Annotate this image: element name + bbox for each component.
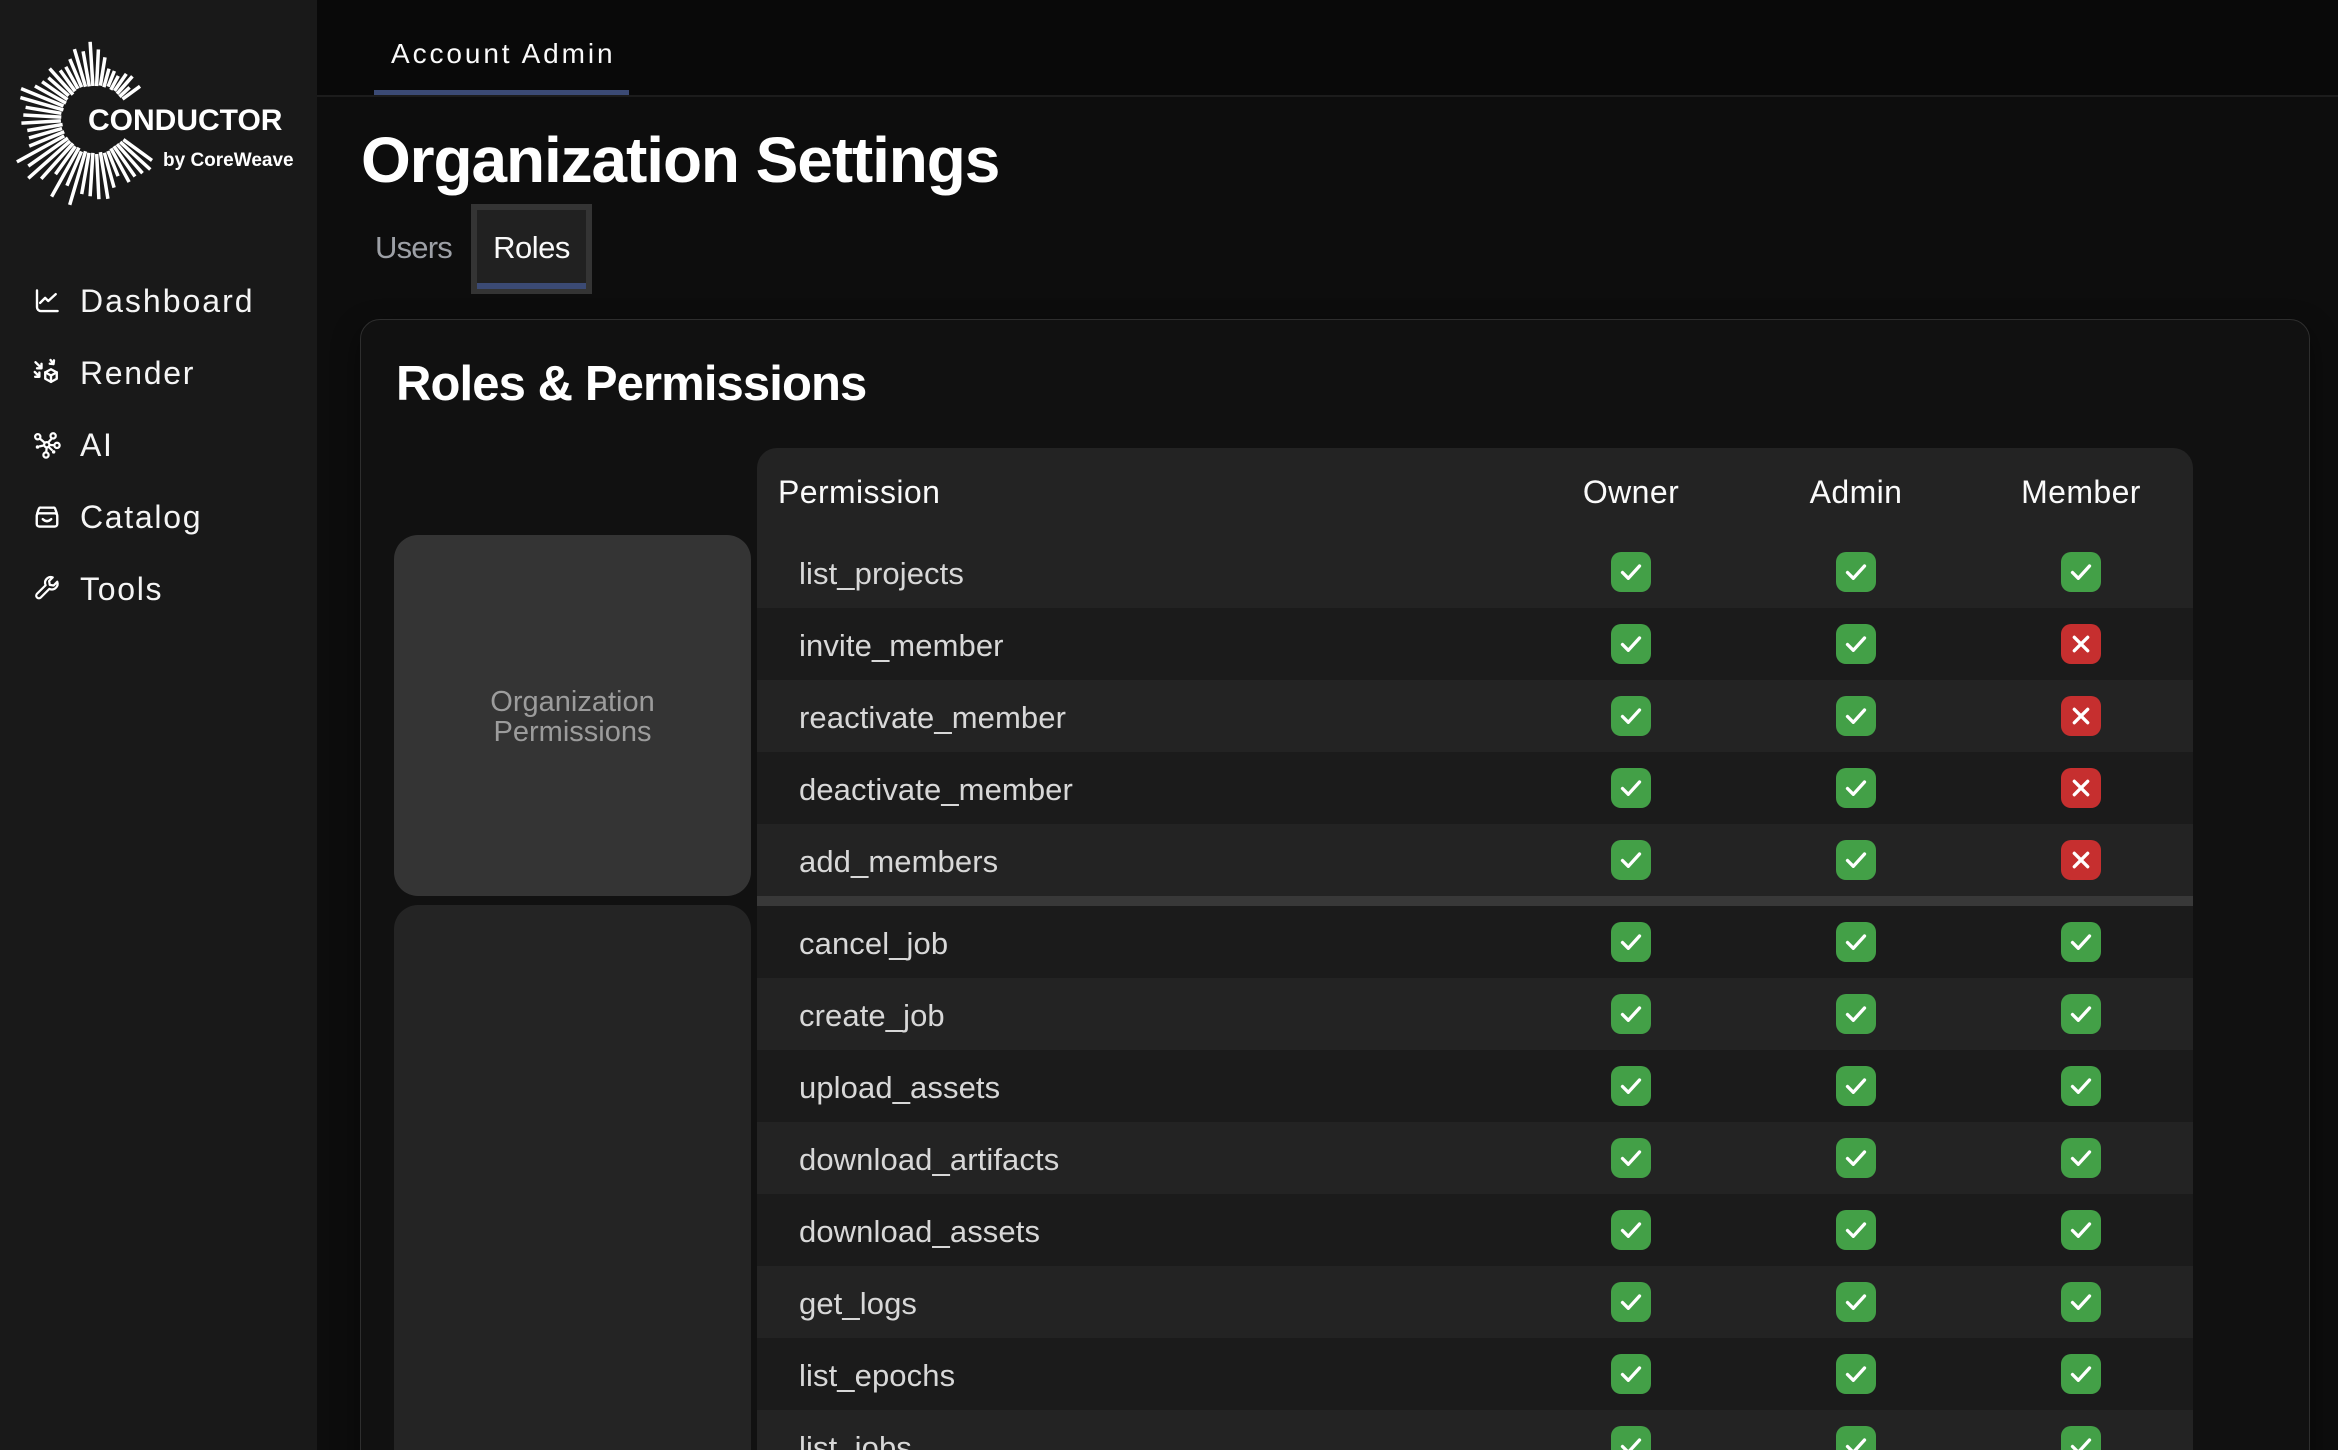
svg-text:by CoreWeave: by CoreWeave	[163, 150, 294, 171]
svg-text:CONDUCTOR: CONDUCTOR	[88, 104, 283, 137]
